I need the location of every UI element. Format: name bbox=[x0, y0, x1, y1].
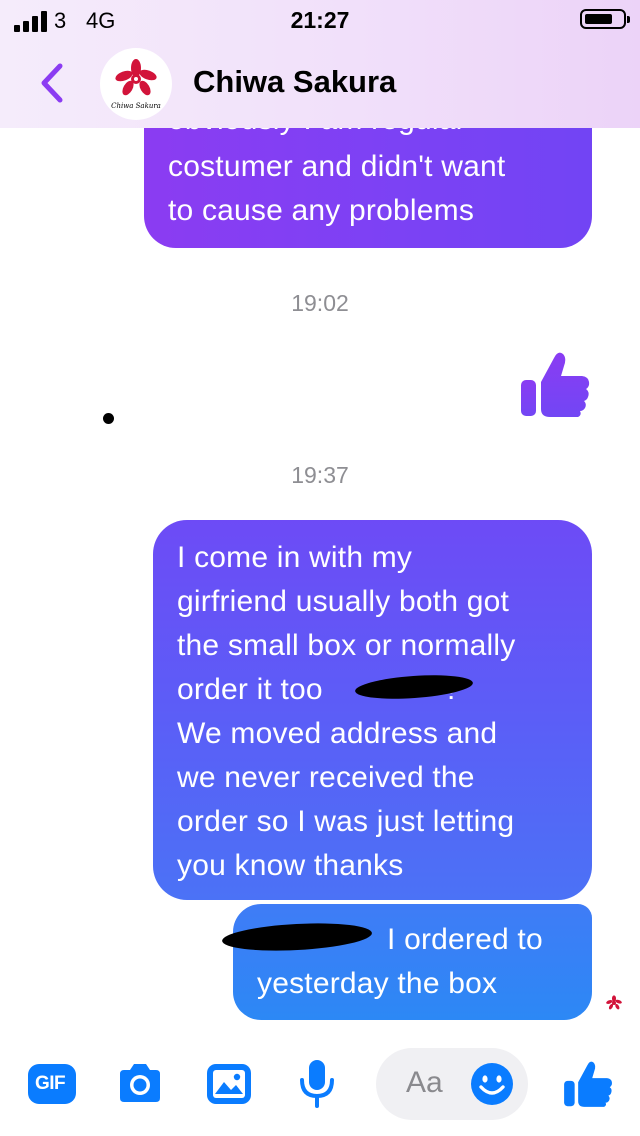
photo-gallery-button[interactable] bbox=[204, 1060, 256, 1112]
top-bar: 3 4G 21:27 Chiwa Sakura Chiwa Sakura bbox=[0, 0, 640, 128]
timestamp: 19:02 bbox=[291, 290, 349, 316]
contact-name[interactable]: Chiwa Sakura bbox=[193, 64, 396, 100]
thumbs-up-icon[interactable] bbox=[518, 346, 592, 420]
redaction-scribble bbox=[354, 671, 474, 703]
gif-button[interactable]: GIF bbox=[26, 1060, 78, 1112]
microphone-icon bbox=[300, 1060, 334, 1108]
message-line: order it too ! bbox=[177, 668, 568, 712]
message-input-placeholder: Aa bbox=[406, 1066, 443, 1099]
timestamp: 19:37 bbox=[291, 462, 349, 488]
avatar-caption: Chiwa Sakura bbox=[111, 102, 161, 110]
message-line: the small box or normally bbox=[177, 629, 516, 662]
status-clock: 21:27 bbox=[290, 7, 350, 33]
seen-indicator-avatar bbox=[602, 992, 626, 1016]
emoji-icon bbox=[471, 1063, 513, 1105]
status-bar: 3 4G 21:27 bbox=[0, 0, 640, 40]
battery-level bbox=[585, 14, 612, 24]
like-button[interactable] bbox=[562, 1056, 614, 1110]
bullet-dot bbox=[103, 413, 114, 424]
back-chevron-icon bbox=[41, 63, 63, 103]
message-line: we never received the bbox=[177, 761, 475, 794]
gif-label: GIF bbox=[35, 1073, 66, 1094]
cherry-blossom-logo bbox=[606, 995, 622, 1010]
emoji-button[interactable] bbox=[470, 1062, 514, 1106]
message-line: I come in with my bbox=[177, 541, 413, 574]
battery-icon bbox=[580, 9, 630, 29]
message-bubble-outgoing[interactable]: I ordered to yesterday the box bbox=[233, 904, 592, 1020]
image-icon bbox=[207, 1064, 251, 1104]
message-line: you know thanks bbox=[177, 849, 404, 882]
message-line: girfriend usually both got bbox=[177, 585, 510, 618]
contact-avatar[interactable]: Chiwa Sakura bbox=[100, 48, 172, 120]
message-bubble-outgoing[interactable]: I come in with my girfriend usually both… bbox=[153, 520, 592, 900]
message-line: We moved address and bbox=[177, 717, 498, 750]
message-line: yesterday the box bbox=[257, 967, 498, 1000]
back-button[interactable] bbox=[34, 60, 74, 106]
camera-button[interactable] bbox=[114, 1060, 166, 1112]
message-line: costumer and didn't want bbox=[168, 150, 506, 183]
message-line: to cause any problems bbox=[168, 194, 475, 227]
message-line: order so I was just letting bbox=[177, 805, 515, 838]
thumbs-up-icon bbox=[564, 1061, 612, 1107]
voice-message-button[interactable] bbox=[292, 1058, 344, 1110]
camera-icon bbox=[120, 1064, 160, 1102]
message-line-text: order it too bbox=[177, 673, 323, 706]
